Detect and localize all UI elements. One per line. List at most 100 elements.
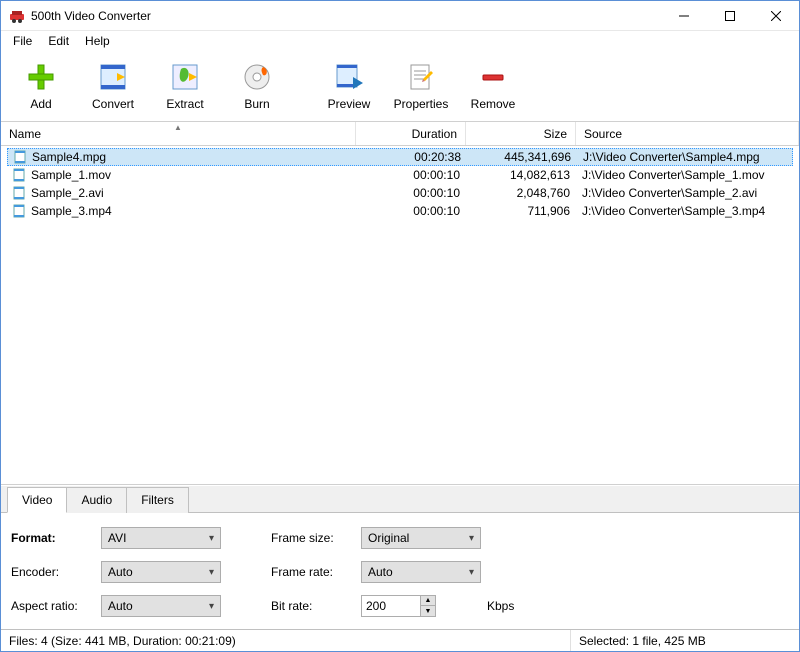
burn-button[interactable]: Burn <box>221 57 293 115</box>
column-source[interactable]: Source <box>576 122 799 145</box>
chevron-down-icon: ▾ <box>209 567 214 578</box>
column-label: Duration <box>412 127 457 141</box>
maximize-button[interactable] <box>707 1 753 31</box>
framerate-label: Frame rate: <box>271 565 361 579</box>
tab-audio[interactable]: Audio <box>66 487 127 513</box>
file-duration: 00:20:38 <box>357 150 467 164</box>
framesize-select[interactable]: Original ▾ <box>361 527 481 549</box>
file-source: J:\Video Converter\Sample4.mpg <box>577 150 792 164</box>
file-icon <box>13 204 27 218</box>
spin-up-icon[interactable]: ▲ <box>421 596 435 606</box>
convert-icon <box>97 61 129 93</box>
column-label: Source <box>584 127 622 141</box>
remove-button[interactable]: Remove <box>457 57 529 115</box>
bitrate-unit: Kbps <box>481 599 789 613</box>
file-list[interactable]: Sample4.mpg00:20:38445,341,696J:\Video C… <box>1 146 799 485</box>
file-source: J:\Video Converter\Sample_2.avi <box>576 186 793 200</box>
file-name: Sample_2.avi <box>31 186 104 200</box>
file-duration: 00:00:10 <box>356 204 466 218</box>
toolbar: Add Convert Extract Burn Preview Propert… <box>1 51 799 122</box>
properties-button[interactable]: Properties <box>385 57 457 115</box>
table-row[interactable]: Sample_3.mp4 00:00:10711,906J:\Video Conv… <box>7 202 793 220</box>
column-size[interactable]: Size <box>466 122 576 145</box>
file-icon <box>14 150 28 164</box>
app-icon <box>9 8 25 24</box>
preview-button[interactable]: Preview <box>313 57 385 115</box>
settings-tabs: Video Audio Filters <box>1 485 799 512</box>
status-left: Files: 4 (Size: 441 MB, Duration: 00:21:… <box>1 630 571 651</box>
toolbar-label: Add <box>30 97 51 111</box>
format-select[interactable]: AVI ▾ <box>101 527 221 549</box>
tab-video[interactable]: Video <box>7 487 67 513</box>
format-value: AVI <box>108 531 126 545</box>
encoder-value: Auto <box>108 565 133 579</box>
chevron-down-icon: ▾ <box>469 567 474 578</box>
aspect-select[interactable]: Auto ▾ <box>101 595 221 617</box>
extract-button[interactable]: Extract <box>149 57 221 115</box>
add-icon <box>25 61 57 93</box>
spin-down-icon[interactable]: ▼ <box>421 606 435 616</box>
framesize-value: Original <box>368 531 409 545</box>
tab-filters[interactable]: Filters <box>126 487 189 513</box>
status-right: Selected: 1 file, 425 MB <box>571 630 799 651</box>
table-row[interactable]: Sample_2.avi 00:00:102,048,760J:\Video Co… <box>7 184 793 202</box>
file-source: J:\Video Converter\Sample_1.mov <box>576 168 793 182</box>
toolbar-label: Convert <box>92 97 134 111</box>
toolbar-label: Preview <box>328 97 371 111</box>
file-duration: 00:00:10 <box>356 186 466 200</box>
file-name: Sample4.mpg <box>32 150 106 164</box>
aspect-value: Auto <box>108 599 133 613</box>
framerate-select[interactable]: Auto ▾ <box>361 561 481 583</box>
titlebar: 500th Video Converter <box>1 1 799 31</box>
format-label: Format: <box>11 531 101 545</box>
column-label: Name <box>9 127 41 141</box>
toolbar-label: Burn <box>244 97 269 111</box>
bitrate-label: Bit rate: <box>271 599 361 613</box>
file-icon <box>13 186 27 200</box>
sort-indicator-icon: ▲ <box>174 123 182 132</box>
chevron-down-icon: ▾ <box>209 533 214 544</box>
file-size: 711,906 <box>466 204 576 218</box>
file-name: Sample_1.mov <box>31 168 111 182</box>
toolbar-label: Properties <box>394 97 449 111</box>
video-settings-panel: Format: AVI ▾ Frame size: Original ▾ Enc… <box>1 512 799 629</box>
menu-help[interactable]: Help <box>77 32 118 50</box>
framerate-value: Auto <box>368 565 393 579</box>
framesize-label: Frame size: <box>271 531 361 545</box>
chevron-down-icon: ▾ <box>209 601 214 612</box>
burn-icon <box>241 61 273 93</box>
encoder-label: Encoder: <box>11 565 101 579</box>
column-duration[interactable]: Duration <box>356 122 466 145</box>
file-size: 445,341,696 <box>467 150 577 164</box>
list-header: Name ▲ Duration Size Source <box>1 122 799 146</box>
minimize-button[interactable] <box>661 1 707 31</box>
add-button[interactable]: Add <box>5 57 77 115</box>
file-name: Sample_3.mp4 <box>31 204 112 218</box>
properties-icon <box>405 61 437 93</box>
column-label: Size <box>544 127 567 141</box>
bitrate-input[interactable] <box>361 595 421 617</box>
bitrate-spinner[interactable]: ▲ ▼ <box>361 595 481 617</box>
menu-file[interactable]: File <box>5 32 40 50</box>
table-row[interactable]: Sample_1.mov 00:00:1014,082,613J:\Video C… <box>7 166 793 184</box>
toolbar-label: Remove <box>471 97 516 111</box>
menu-edit[interactable]: Edit <box>40 32 77 50</box>
file-duration: 00:00:10 <box>356 168 466 182</box>
menubar: File Edit Help <box>1 31 799 51</box>
remove-icon <box>477 61 509 93</box>
table-row[interactable]: Sample4.mpg 00:20:38445,341,696J:\Video C… <box>7 148 793 166</box>
toolbar-label: Extract <box>166 97 203 111</box>
file-source: J:\Video Converter\Sample_3.mp4 <box>576 204 793 218</box>
file-icon <box>13 168 27 182</box>
chevron-down-icon: ▾ <box>469 533 474 544</box>
file-size: 14,082,613 <box>466 168 576 182</box>
convert-button[interactable]: Convert <box>77 57 149 115</box>
preview-icon <box>333 61 365 93</box>
extract-icon <box>169 61 201 93</box>
column-name[interactable]: Name ▲ <box>1 122 356 145</box>
statusbar: Files: 4 (Size: 441 MB, Duration: 00:21:… <box>1 629 799 651</box>
window-title: 500th Video Converter <box>31 9 151 23</box>
encoder-select[interactable]: Auto ▾ <box>101 561 221 583</box>
file-size: 2,048,760 <box>466 186 576 200</box>
close-button[interactable] <box>753 1 799 31</box>
